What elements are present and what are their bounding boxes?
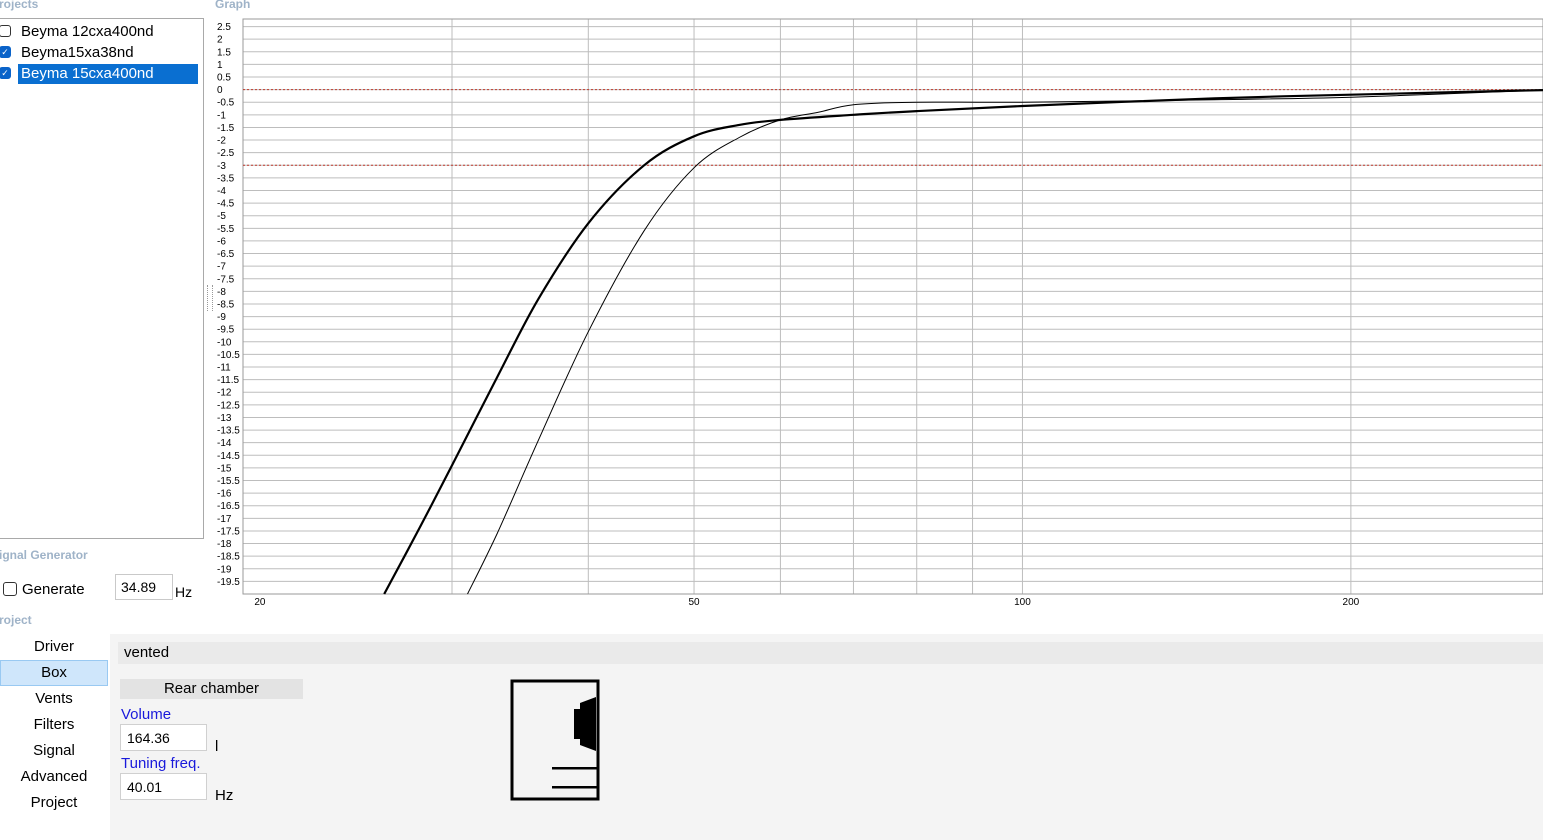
y-tick-label: -10.5: [217, 350, 240, 361]
project-title: roject: [0, 613, 32, 627]
nav-advanced[interactable]: Advanced: [0, 764, 108, 790]
y-tick-label: -15: [217, 463, 232, 474]
project-item-label: Beyma 15cxa400nd: [18, 64, 198, 84]
y-tick-label: -17: [217, 514, 232, 525]
graph-title: Graph: [215, 0, 251, 11]
vent-port-top: [552, 767, 598, 770]
signal-generator-title: ignal Generator: [0, 548, 88, 562]
y-tick-label: -4.5: [217, 199, 235, 210]
nav-driver[interactable]: Driver: [0, 634, 108, 660]
response-graph: 2.5 21.5 1 0.50 -0.5-1 -1.5 -2-2.5 -3-3.5 -4 -4.5…: [217, 18, 1543, 608]
y-tick-label: -6.5: [217, 249, 235, 260]
y-tick-label: 2.5: [217, 22, 231, 33]
y-tick-label: -18: [217, 539, 232, 550]
projects-title: rojects: [0, 0, 39, 11]
y-tick-label: 0: [217, 85, 223, 96]
y-tick-label: -2.5: [217, 148, 235, 159]
y-tick-label: -12: [217, 388, 232, 399]
frequency-unit: Hz: [175, 584, 193, 600]
nav-project[interactable]: Project: [0, 790, 108, 816]
project-item-label: Beyma15xa38nd: [21, 44, 134, 61]
y-tick-label: -17.5: [217, 526, 240, 537]
y-tick-label: -0.5: [217, 98, 235, 109]
project-nav: Driver Box Vents Filters Signal Advanced…: [0, 634, 110, 840]
y-tick-label: -9.5: [217, 325, 235, 336]
tuning-freq-label: Tuning freq.: [121, 755, 201, 772]
y-tick-label: -16.5: [217, 501, 240, 512]
y-tick-label: -12.5: [217, 400, 240, 411]
y-tick-label: -15.5: [217, 476, 240, 487]
y-tick-label: -9: [217, 312, 226, 323]
y-tick-label: 1.5: [217, 47, 231, 58]
box-type-selector[interactable]: vented: [118, 642, 1543, 664]
y-tick-label: -8.5: [217, 299, 235, 310]
vented-box-diagram: [510, 679, 600, 801]
tuning-freq-unit: Hz: [215, 787, 234, 804]
generate-checkbox[interactable]: [3, 582, 17, 596]
y-tick-label: -14.5: [217, 451, 240, 462]
driver-cone: [580, 697, 596, 751]
y-tick-label: -5: [217, 211, 226, 222]
project-item[interactable]: ✓ Beyma15xa38nd: [0, 43, 204, 63]
y-tick-label: -2: [217, 136, 226, 147]
project-item-label: Beyma 12cxa400nd: [21, 23, 154, 40]
project-checkbox[interactable]: ✓: [0, 67, 11, 79]
y-tick-label: -5.5: [217, 224, 235, 235]
y-tick-label: -11.5: [217, 375, 239, 386]
rear-chamber-header: Rear chamber: [120, 679, 303, 699]
y-tick-label: -16: [217, 489, 232, 500]
y-tick-label: -7.5: [217, 274, 235, 285]
tuning-freq-input[interactable]: [120, 773, 207, 800]
y-tick-label: 1: [217, 60, 223, 71]
box-panel: vented Rear chamber Volume l Tuning freq…: [110, 634, 1543, 840]
volume-unit: l: [215, 738, 219, 755]
frequency-input[interactable]: [115, 574, 173, 600]
splitter-handle[interactable]: [207, 285, 213, 311]
y-tick-label: -19.5: [217, 577, 240, 588]
volume-label: Volume: [121, 706, 172, 723]
x-tick-label: 50: [688, 597, 700, 608]
y-tick-label: -1.5: [217, 123, 235, 134]
projects-list[interactable]: Beyma 12cxa400nd ✓ Beyma15xa38nd ✓ Beyma…: [0, 18, 204, 539]
y-tick-label: -1: [217, 110, 226, 121]
y-tick-label: -13: [217, 413, 232, 424]
x-tick-label: 20: [254, 597, 266, 608]
y-tick-label: 2: [217, 35, 223, 46]
y-tick-label: -7: [217, 262, 226, 273]
y-tick-label: -3.5: [217, 173, 235, 184]
nav-box[interactable]: Box: [0, 660, 108, 686]
project-checkbox[interactable]: ✓: [0, 46, 11, 58]
driver-magnet: [574, 709, 580, 739]
y-tick-label: -19: [217, 564, 232, 575]
y-tick-label: -13.5: [217, 426, 240, 437]
plot-frame: [242, 18, 1543, 595]
x-tick-label: 100: [1014, 597, 1031, 608]
project-item[interactable]: ✓ Beyma 15cxa400nd: [0, 64, 204, 84]
y-tick-label: -6: [217, 236, 226, 247]
vent-port-bottom: [552, 786, 598, 789]
y-tick-label: -18.5: [217, 552, 240, 563]
project-checkbox[interactable]: [0, 25, 11, 37]
x-tick-label: 200: [1343, 597, 1360, 608]
y-tick-label: -4: [217, 186, 226, 197]
y-tick-label: -14: [217, 438, 232, 449]
project-item[interactable]: Beyma 12cxa400nd: [0, 22, 204, 42]
generate-label: Generate: [22, 581, 85, 598]
y-tick-label: -8: [217, 287, 226, 298]
y-tick-label: -3: [217, 161, 226, 172]
y-tick-label: 0.5: [217, 73, 231, 84]
nav-vents[interactable]: Vents: [0, 686, 108, 712]
y-tick-label: -10: [217, 337, 232, 348]
volume-input[interactable]: [120, 724, 207, 751]
nav-filters[interactable]: Filters: [0, 712, 108, 738]
y-tick-label: -11: [217, 363, 231, 374]
nav-signal[interactable]: Signal: [0, 738, 108, 764]
